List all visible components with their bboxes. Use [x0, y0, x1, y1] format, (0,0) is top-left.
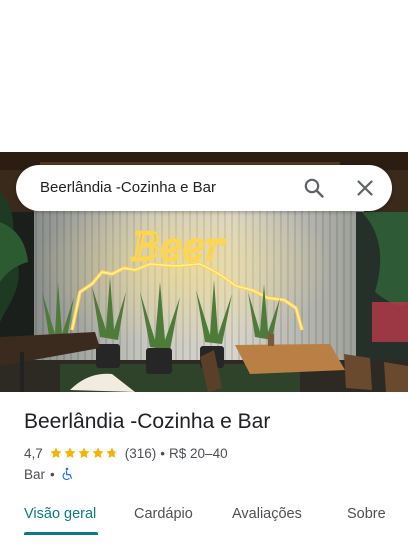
- rating-value: 4,7: [24, 445, 43, 461]
- wheelchair-icon: [62, 467, 72, 481]
- search-bar[interactable]: Beerlândia -Cozinha e Bar: [16, 165, 392, 211]
- star-half-icon: [106, 447, 118, 459]
- place-title: Beerlândia -Cozinha e Bar: [24, 410, 271, 433]
- close-icon: [357, 180, 373, 196]
- search-query[interactable]: Beerlândia -Cozinha e Bar: [40, 179, 216, 196]
- tab-menu[interactable]: Cardápio: [134, 506, 193, 522]
- place-info: Beerlândia -Cozinha e Bar 4,7 (316) • R$…: [24, 410, 394, 482]
- place-category: Bar: [24, 466, 46, 482]
- star-icon: [78, 447, 90, 459]
- category-row: Bar •: [24, 465, 74, 483]
- active-tab-indicator: [24, 532, 98, 535]
- tab-overview[interactable]: Visão geral: [24, 506, 96, 522]
- rating-stars: [49, 446, 119, 460]
- tab-about[interactable]: Sobre: [347, 506, 386, 522]
- star-icon: [64, 447, 76, 459]
- star-icon: [92, 447, 104, 459]
- neon-sign-text: Beer: [131, 225, 226, 269]
- clear-search-button[interactable]: [353, 176, 377, 200]
- separator: •: [50, 466, 55, 482]
- search-icon: [304, 178, 324, 198]
- price-range: R$ 20–40: [169, 445, 228, 461]
- tab-reviews[interactable]: Avaliações: [232, 506, 302, 522]
- rating-row[interactable]: 4,7 (316) • R$ 20–40: [24, 444, 228, 462]
- place-tabs: Visão geral Cardápio Avaliações Sobre: [0, 496, 408, 544]
- review-count[interactable]: (316): [125, 446, 157, 461]
- accessibility-indicator: [60, 467, 74, 481]
- separator: •: [160, 445, 166, 461]
- search-button[interactable]: [302, 176, 326, 200]
- star-icon: [50, 447, 62, 459]
